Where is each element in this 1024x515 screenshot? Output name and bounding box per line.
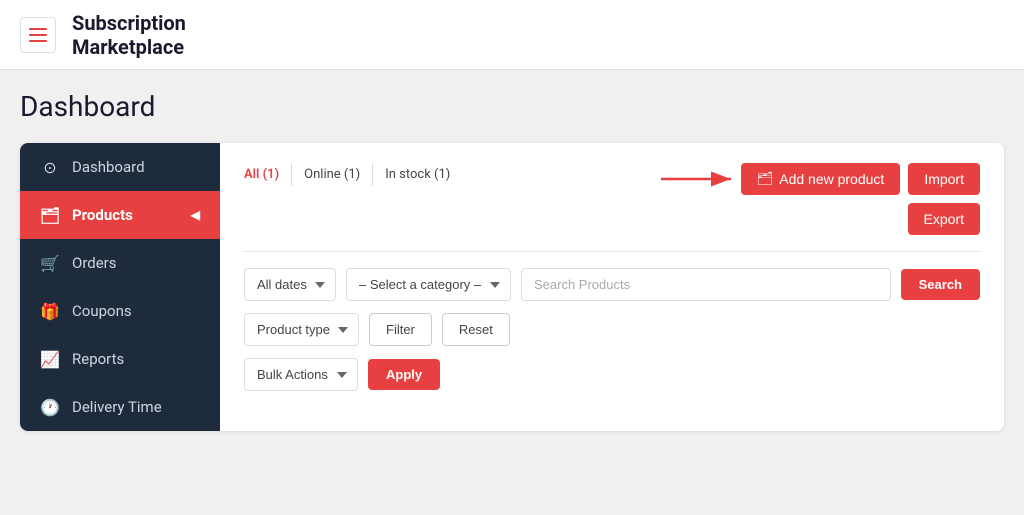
briefcase-small-icon: 🗂 xyxy=(757,171,774,187)
filter-row-1: All dates – Select a category – Search xyxy=(244,268,980,301)
clock-icon: 🕐 xyxy=(40,397,60,417)
tab-all[interactable]: All (1) xyxy=(244,163,292,186)
content-area: All (1) Online (1) In stock (1) xyxy=(220,143,1004,431)
search-button[interactable]: Search xyxy=(901,269,980,300)
filter-row-2: Product type Filter Reset xyxy=(244,313,980,346)
arrow-annotation xyxy=(656,164,741,194)
chart-icon: 📈 xyxy=(40,349,60,369)
tab-in-stock[interactable]: In stock (1) xyxy=(373,163,462,186)
category-filter[interactable]: – Select a category – xyxy=(346,268,511,301)
apply-button[interactable]: Apply xyxy=(368,359,440,390)
briefcase-icon: 🗂 xyxy=(40,205,60,225)
sidebar-item-dashboard[interactable]: ⊙ Dashboard xyxy=(20,143,220,191)
filter-button[interactable]: Filter xyxy=(369,313,432,346)
reset-button[interactable]: Reset xyxy=(442,313,510,346)
menu-toggle[interactable] xyxy=(20,17,56,53)
app-title: Subscription Marketplace xyxy=(72,11,186,59)
content-card: ⊙ Dashboard 🗂 Products ◀ 🛒 Orders 🎁 Coup… xyxy=(20,143,1004,431)
tabs-row: All (1) Online (1) In stock (1) xyxy=(244,163,462,186)
page-title: Dashboard xyxy=(20,90,1004,123)
sidebar-item-products[interactable]: 🗂 Products ◀ xyxy=(20,191,220,239)
filter-row-3: Bulk Actions Apply xyxy=(244,358,980,391)
sidebar-item-reports[interactable]: 📈 Reports xyxy=(20,335,220,383)
search-input[interactable] xyxy=(521,268,891,301)
sidebar-active-indicator: ◀ xyxy=(191,208,200,222)
import-button[interactable]: Import xyxy=(908,163,980,195)
gift-icon: 🎁 xyxy=(40,301,60,321)
tab-online[interactable]: Online (1) xyxy=(292,163,373,186)
gauge-icon: ⊙ xyxy=(40,157,60,177)
cart-icon: 🛒 xyxy=(40,253,60,273)
bulk-actions-select[interactable]: Bulk Actions xyxy=(244,358,358,391)
sidebar-item-delivery-time[interactable]: 🕐 Delivery Time xyxy=(20,383,220,431)
product-type-filter[interactable]: Product type xyxy=(244,313,359,346)
dates-filter[interactable]: All dates xyxy=(244,268,336,301)
add-new-product-button[interactable]: 🗂 Add new product xyxy=(741,163,901,195)
app-header: Subscription Marketplace xyxy=(0,0,1024,70)
sidebar-item-orders[interactable]: 🛒 Orders xyxy=(20,239,220,287)
divider-1 xyxy=(244,251,980,252)
export-button[interactable]: Export xyxy=(908,203,980,235)
sidebar-item-coupons[interactable]: 🎁 Coupons xyxy=(20,287,220,335)
main-wrapper: Dashboard ⊙ Dashboard 🗂 Products ◀ 🛒 Ord… xyxy=(0,70,1024,515)
sidebar: ⊙ Dashboard 🗂 Products ◀ 🛒 Orders 🎁 Coup… xyxy=(20,143,220,431)
